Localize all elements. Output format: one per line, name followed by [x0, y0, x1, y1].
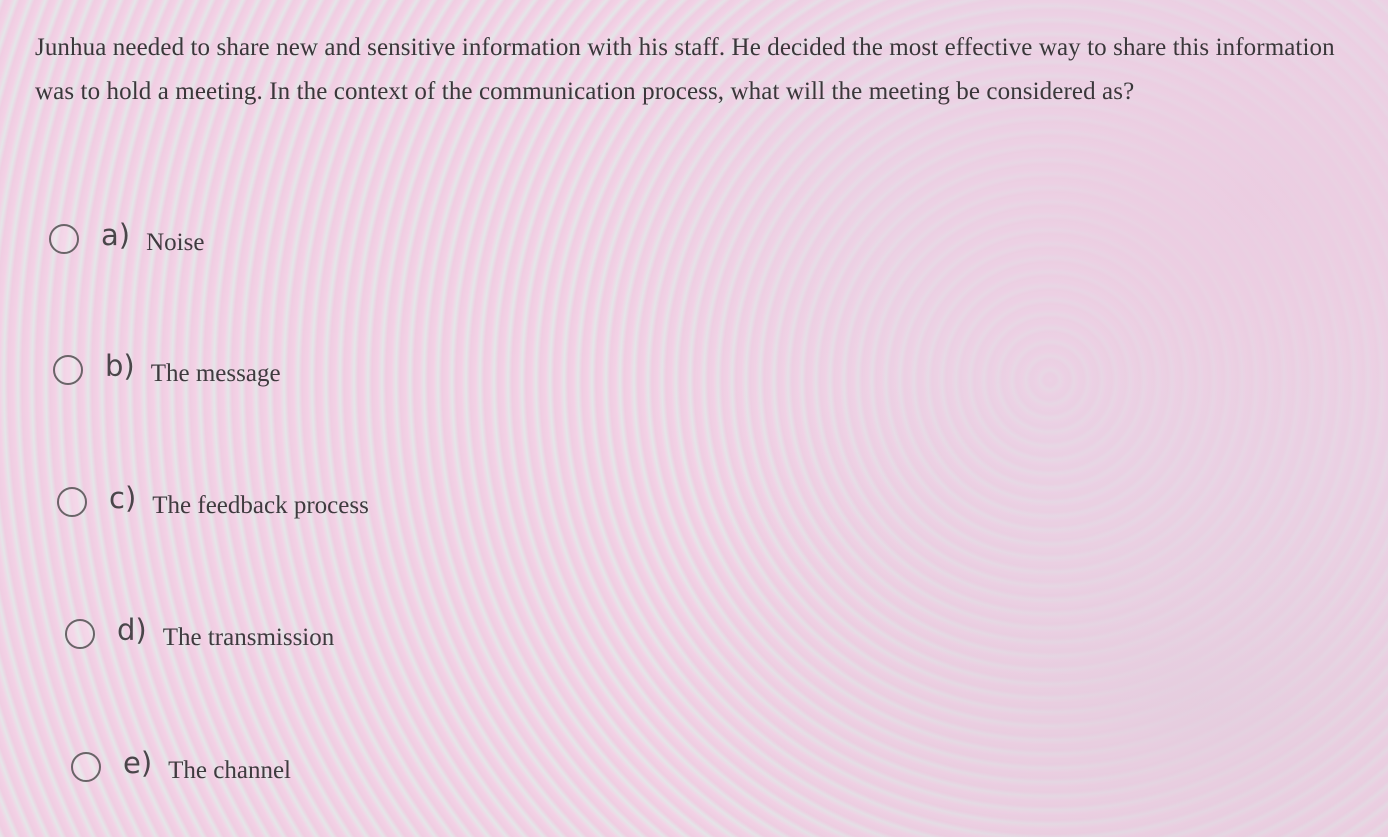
- option-c[interactable]: c) The feedback process: [57, 481, 369, 520]
- option-label[interactable]: Noise: [146, 229, 204, 257]
- option-d[interactable]: d) The transmission: [65, 613, 335, 652]
- option-letter: a): [101, 218, 131, 252]
- option-letter: e): [123, 746, 153, 780]
- option-e[interactable]: e) The channel: [71, 746, 291, 785]
- option-letter: c): [109, 481, 137, 515]
- option-a[interactable]: a) Noise: [49, 218, 204, 257]
- question-text: Junhua needed to share new and sensitive…: [35, 34, 1335, 105]
- option-label[interactable]: The channel: [168, 757, 291, 785]
- radio-button-icon[interactable]: [49, 224, 79, 254]
- option-letter: b): [105, 349, 135, 383]
- radio-button-icon[interactable]: [53, 355, 83, 385]
- option-label[interactable]: The feedback process: [152, 492, 369, 520]
- option-label[interactable]: The transmission: [163, 624, 335, 652]
- radio-button-icon[interactable]: [57, 487, 87, 517]
- option-label[interactable]: The message: [151, 360, 281, 388]
- radio-button-icon[interactable]: [71, 752, 101, 782]
- option-letter: d): [117, 613, 147, 647]
- radio-button-icon[interactable]: [65, 619, 95, 649]
- option-b[interactable]: b) The message: [53, 349, 281, 388]
